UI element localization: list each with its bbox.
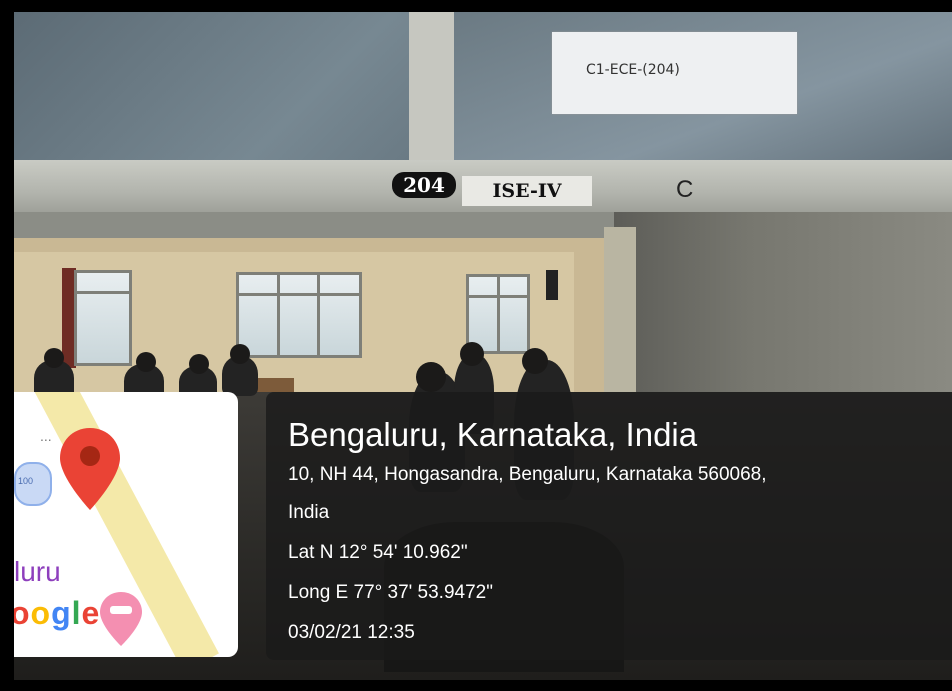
window <box>236 272 362 358</box>
longitude-text: Long E 77° 37' 53.9472" <box>288 582 493 603</box>
student-head <box>189 354 209 374</box>
student-head <box>522 348 548 374</box>
room-number-sign: 204 <box>392 172 456 198</box>
wall-c-mark: C <box>676 176 694 203</box>
ceiling-slab-left <box>14 12 409 162</box>
window <box>74 270 132 366</box>
address-line-2: India <box>288 502 330 523</box>
student-head <box>460 342 484 366</box>
route-badge-icon: 100 <box>14 462 52 506</box>
datetime-text: 03/02/21 12:35 <box>288 622 415 643</box>
paper-notice-text: C1-ECE-(204) <box>586 62 680 78</box>
photo-frame: C1-ECE-(204) 204 ISE-IV C 100 ... luru o… <box>0 0 952 691</box>
address-line-1: 10, NH 44, Hongasandra, Bengaluru, Karna… <box>288 464 767 485</box>
map-thumbnail[interactable]: 100 ... luru oogle <box>14 392 238 657</box>
paper-notice: C1-ECE-(204) <box>552 32 797 114</box>
location-title: Bengaluru, Karnataka, India <box>288 416 698 453</box>
map-pin-icon <box>60 428 120 510</box>
google-logo: oogle <box>14 595 101 631</box>
student-head <box>136 352 156 372</box>
student-head <box>230 344 250 364</box>
map-city-label: luru <box>14 556 61 587</box>
student-head <box>416 362 446 392</box>
student-head <box>44 348 64 368</box>
desk <box>254 378 294 392</box>
classroom-photo: C1-ECE-(204) 204 ISE-IV C 100 ... luru o… <box>14 12 952 680</box>
geotag-overlay: Bengaluru, Karnataka, India 10, NH 44, H… <box>266 392 952 660</box>
vertical-beam <box>409 12 454 182</box>
pegman-pin-icon <box>100 592 142 646</box>
speaker <box>546 270 558 300</box>
map-dots: ... <box>40 428 52 444</box>
room-name-sign: ISE-IV <box>462 176 592 206</box>
latitude-text: Lat N 12° 54' 10.962" <box>288 542 468 563</box>
